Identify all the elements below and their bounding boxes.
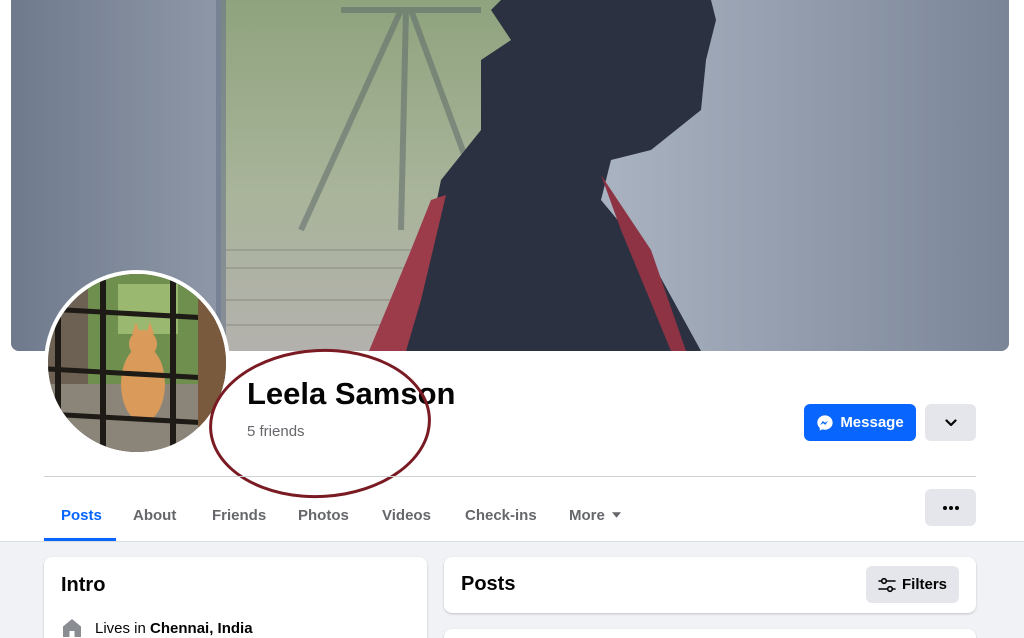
profile-avatar-image — [48, 274, 226, 452]
lives-in-city[interactable]: Chennai, India — [150, 620, 253, 637]
chevron-down-icon — [944, 418, 957, 426]
annotation-ellipse — [205, 343, 435, 504]
tab-check-ins[interactable]: Check-ins — [465, 489, 537, 541]
more-options-button[interactable] — [925, 489, 976, 526]
tab-about[interactable]: About — [133, 489, 176, 541]
posts-card: Posts Filters — [444, 557, 976, 613]
message-button-label: Message — [840, 414, 904, 431]
filters-button[interactable]: Filters — [866, 566, 959, 603]
tab-more[interactable]: More — [569, 489, 621, 541]
header-divider — [44, 476, 976, 477]
lives-in-row: Lives in Chennai, India — [61, 617, 253, 638]
sliders-icon — [878, 577, 896, 592]
home-icon — [63, 619, 81, 637]
intro-title: Intro — [61, 574, 106, 596]
posts-title: Posts — [461, 573, 516, 595]
profile-name: Leela Samson — [247, 376, 456, 411]
profile-avatar[interactable] — [44, 270, 230, 456]
tab-videos[interactable]: Videos — [382, 489, 431, 541]
profile-options-dropdown[interactable] — [925, 404, 976, 441]
profile-header: Leela Samson 5 friends Message Posts Abo… — [0, 0, 1024, 541]
messenger-icon — [817, 414, 833, 431]
tab-photos[interactable]: Photos — [298, 489, 349, 541]
tab-friends[interactable]: Friends — [212, 489, 266, 541]
message-button[interactable]: Message — [804, 404, 916, 441]
post-composer-card — [444, 629, 976, 638]
caret-down-icon — [611, 512, 621, 518]
tab-posts[interactable]: Posts — [61, 489, 102, 541]
ellipsis-icon — [942, 505, 959, 510]
tab-more-label: More — [569, 506, 605, 524]
filters-button-label: Filters — [901, 576, 947, 593]
friends-count[interactable]: 5 friends — [247, 423, 305, 440]
lives-in-prefix: Lives in — [95, 619, 151, 637]
